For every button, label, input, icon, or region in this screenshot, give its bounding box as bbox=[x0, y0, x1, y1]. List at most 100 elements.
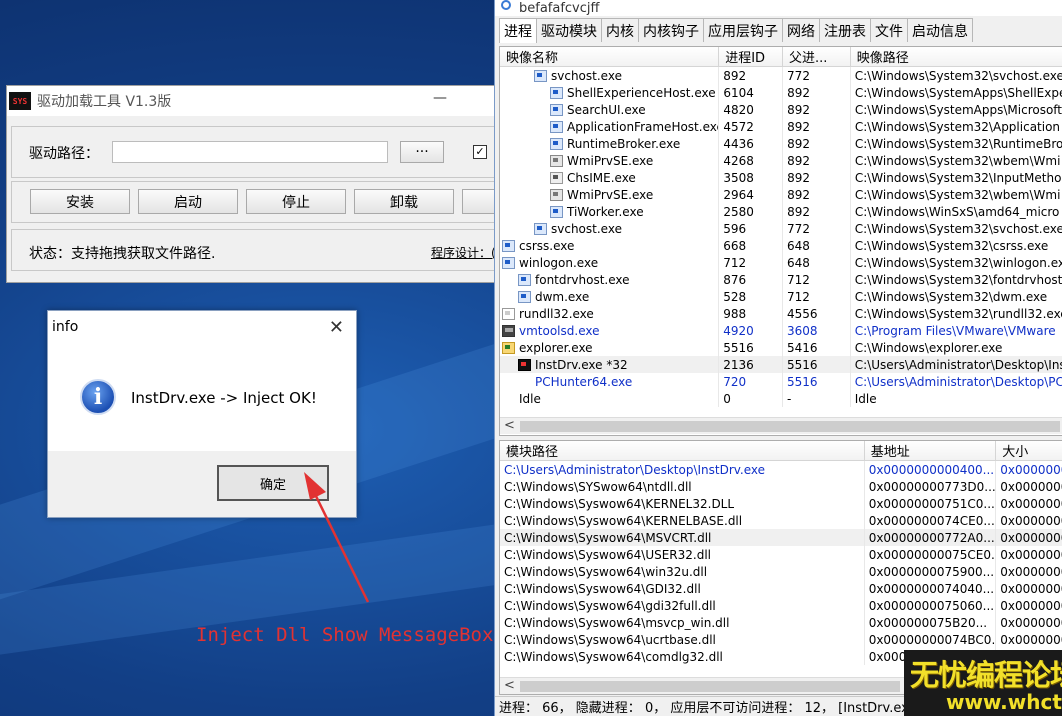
module-row[interactable]: C:\Windows\Syswow64\USER32.dll 0x00000000… bbox=[500, 546, 1062, 563]
column-size[interactable]: 大小 bbox=[996, 441, 1062, 460]
tab-file[interactable]: 文件 bbox=[870, 18, 908, 42]
module-base-address: 0x00000000075CE0... bbox=[865, 546, 997, 563]
app-logo-icon bbox=[501, 0, 511, 10]
process-icon bbox=[502, 307, 515, 320]
uninstall-button[interactable]: 卸载 bbox=[354, 189, 454, 214]
process-path: C:\Windows\System32\InputMetho bbox=[851, 169, 1062, 186]
stop-button[interactable]: 停止 bbox=[246, 189, 346, 214]
column-image-name[interactable]: 映像名称 bbox=[500, 47, 720, 66]
module-base-address: 0x00000000772A0... bbox=[865, 529, 997, 546]
tab-process[interactable]: 进程 bbox=[499, 18, 537, 43]
tab-network[interactable]: 网络 bbox=[782, 18, 820, 42]
start-button[interactable]: 启动 bbox=[138, 189, 238, 214]
process-name-cell: ShellExperienceHost.exe bbox=[500, 84, 720, 101]
module-size: 0x0000000 bbox=[996, 563, 1062, 580]
info-dialog-titlebar[interactable]: info bbox=[48, 311, 356, 343]
module-row[interactable]: C:\Windows\Syswow64\gdi32full.dll 0x00000… bbox=[500, 597, 1062, 614]
module-row[interactable]: C:\Windows\Syswow64\MSVCRT.dll 0x00000000… bbox=[500, 529, 1062, 546]
process-row[interactable]: InstDrv.exe *32 2136 5516 C:\Users\Administ… bbox=[500, 356, 1062, 373]
module-row[interactable]: C:\Windows\SYSwow64\ntdll.dll 0x000000007… bbox=[500, 478, 1062, 495]
driver-tool-titlebar[interactable]: SYS 驱动加载工具 V1.3版 — bbox=[7, 86, 499, 116]
minimize-button[interactable]: — bbox=[433, 90, 447, 106]
driver-path-input[interactable] bbox=[112, 141, 388, 163]
process-icon bbox=[502, 324, 515, 337]
watermark-title: 无忧编程论坛 bbox=[910, 658, 1062, 692]
tab-driver-modules[interactable]: 驱动模块 bbox=[536, 18, 602, 42]
process-ppid: 892 bbox=[783, 118, 851, 135]
process-name-cell: Idle bbox=[500, 390, 720, 407]
status-text: 状态：支持拖拽获取文件路径. bbox=[29, 246, 216, 262]
tab-kernel-hooks[interactable]: 内核钩子 bbox=[638, 18, 704, 42]
pchunter-titlebar[interactable]: befafafcvcjff bbox=[495, 0, 1062, 16]
process-row[interactable]: dwm.exe 528 712 C:\Windows\System32\dwm.exe bbox=[500, 288, 1062, 305]
process-ppid: 892 bbox=[783, 101, 851, 118]
process-icon bbox=[534, 69, 547, 82]
tab-registry[interactable]: 注册表 bbox=[819, 18, 871, 42]
process-table: 映像名称 进程ID 父进... 映像路径 svchost.exe 892 772 C:… bbox=[499, 46, 1062, 436]
module-base-address: 0x000000075B20... bbox=[865, 614, 997, 631]
scrollbar-thumb[interactable] bbox=[520, 421, 1060, 432]
process-row[interactable]: svchost.exe 596 772 C:\Windows\System32\svc… bbox=[500, 220, 1062, 237]
process-row[interactable]: ShellExperienceHost.exe 6104 892 C:\Windows… bbox=[500, 84, 1062, 101]
process-pid: 668 bbox=[719, 237, 783, 254]
module-base-address: 0x0000000074CE0... bbox=[865, 512, 997, 529]
process-name-cell: vmtoolsd.exe bbox=[500, 322, 720, 339]
module-row[interactable]: C:\Windows\Syswow64\KERNELBASE.dll 0x0000… bbox=[500, 512, 1062, 529]
process-name-cell: ApplicationFrameHost.exe bbox=[500, 118, 720, 135]
column-base-address[interactable]: 基地址 bbox=[865, 441, 997, 460]
credit-link[interactable]: 程序设计：( bbox=[431, 244, 496, 261]
scrollbar-thumb[interactable] bbox=[520, 681, 900, 692]
module-row[interactable]: C:\Windows\Syswow64\ucrtbase.dll 0x000000… bbox=[500, 631, 1062, 648]
process-row[interactable]: ApplicationFrameHost.exe 4572 892 C:\Window… bbox=[500, 118, 1062, 135]
module-row[interactable]: C:\Windows\Syswow64\msvcp_win.dll 0x00000… bbox=[500, 614, 1062, 631]
process-row[interactable]: Idle 0- Idle bbox=[500, 390, 1062, 407]
process-path: C:\Windows\System32\Application bbox=[851, 118, 1062, 135]
module-size: 0x0000000 bbox=[996, 580, 1062, 597]
process-ppid: 712 bbox=[783, 288, 851, 305]
module-row[interactable]: C:\Windows\Syswow64\win32u.dll 0x00000000… bbox=[500, 563, 1062, 580]
tab-kernel[interactable]: 内核 bbox=[601, 18, 639, 42]
process-row[interactable]: RuntimeBroker.exe 4436 892 C:\Windows\Syste… bbox=[500, 135, 1062, 152]
column-ppid[interactable]: 父进... bbox=[783, 47, 851, 66]
process-horizontal-scrollbar[interactable]: < bbox=[500, 417, 1062, 434]
process-icon bbox=[502, 256, 515, 269]
module-row[interactable]: C:\Windows\Syswow64\GDI32.dll 0x000000007… bbox=[500, 580, 1062, 597]
column-module-path[interactable]: 模块路径 bbox=[500, 441, 865, 460]
process-row[interactable]: SearchUI.exe 4820 892 C:\Windows\SystemApps… bbox=[500, 101, 1062, 118]
process-row[interactable]: ChsIME.exe 3508 892 C:\Windows\System32\Inp… bbox=[500, 169, 1062, 186]
module-row[interactable]: C:\Users\Administrator\Desktop\InstDrv.e… bbox=[500, 461, 1062, 478]
process-row[interactable]: winlogon.exe 712 648 C:\Windows\System32\wi… bbox=[500, 254, 1062, 271]
process-row[interactable]: rundll32.exe 988 4556 C:\Windows\System32\r… bbox=[500, 305, 1062, 322]
process-row[interactable]: vmtoolsd.exe 4920 3608 C:\Program Files\VMw… bbox=[500, 322, 1062, 339]
process-ppid: 772 bbox=[783, 220, 851, 237]
scroll-left-icon[interactable]: < bbox=[504, 418, 515, 433]
process-row[interactable]: csrss.exe 668 648 C:\Windows\System32\csrss… bbox=[500, 237, 1062, 254]
process-pid: 2964 bbox=[719, 186, 784, 203]
module-base-address: 0x0000000075060... bbox=[865, 597, 997, 614]
process-ppid: 4556 bbox=[783, 305, 851, 322]
process-path: C:\Windows\SystemApps\Microsoft bbox=[851, 101, 1062, 118]
module-path: C:\Windows\Syswow64\comdlg32.dll bbox=[500, 648, 865, 665]
process-icon bbox=[518, 290, 531, 303]
process-name: ShellExperienceHost.exe bbox=[567, 85, 716, 100]
process-icon bbox=[550, 171, 563, 184]
process-row[interactable]: TiWorker.exe 2580 892 C:\Windows\WinSxS\amd… bbox=[500, 203, 1062, 220]
process-row[interactable]: PCHunter64.exe 720 5516 C:\Users\Administra… bbox=[500, 373, 1062, 390]
process-row[interactable]: WmiPrvSE.exe 2964 892 C:\Windows\System32\w… bbox=[500, 186, 1062, 203]
process-pid: 2136 bbox=[719, 356, 784, 373]
tab-startup[interactable]: 启动信息 bbox=[907, 18, 973, 42]
module-row[interactable]: C:\Windows\Syswow64\KERNEL32.DLL 0x000000… bbox=[500, 495, 1062, 512]
install-button[interactable]: 安装 bbox=[30, 189, 130, 214]
browse-button[interactable]: ··· bbox=[400, 141, 444, 163]
process-row[interactable]: fontdrvhost.exe 876 712 C:\Windows\System32… bbox=[500, 271, 1062, 288]
process-row[interactable]: WmiPrvSE.exe 4268 892 C:\Windows\System32\w… bbox=[500, 152, 1062, 169]
option-checkbox[interactable]: ✓ bbox=[473, 145, 487, 159]
process-name: rundll32.exe bbox=[519, 306, 594, 321]
close-icon[interactable]: ✕ bbox=[329, 317, 344, 338]
tab-app-hooks[interactable]: 应用层钩子 bbox=[703, 18, 783, 42]
column-pid[interactable]: 进程ID bbox=[719, 47, 783, 66]
process-row[interactable]: svchost.exe 892 772 C:\Windows\System32\svc… bbox=[500, 67, 1062, 84]
scroll-left-icon[interactable]: < bbox=[504, 678, 515, 693]
column-image-path[interactable]: 映像路径 bbox=[851, 47, 1062, 66]
process-row[interactable]: explorer.exe 5516 5416 C:\Windows\explorer.… bbox=[500, 339, 1062, 356]
